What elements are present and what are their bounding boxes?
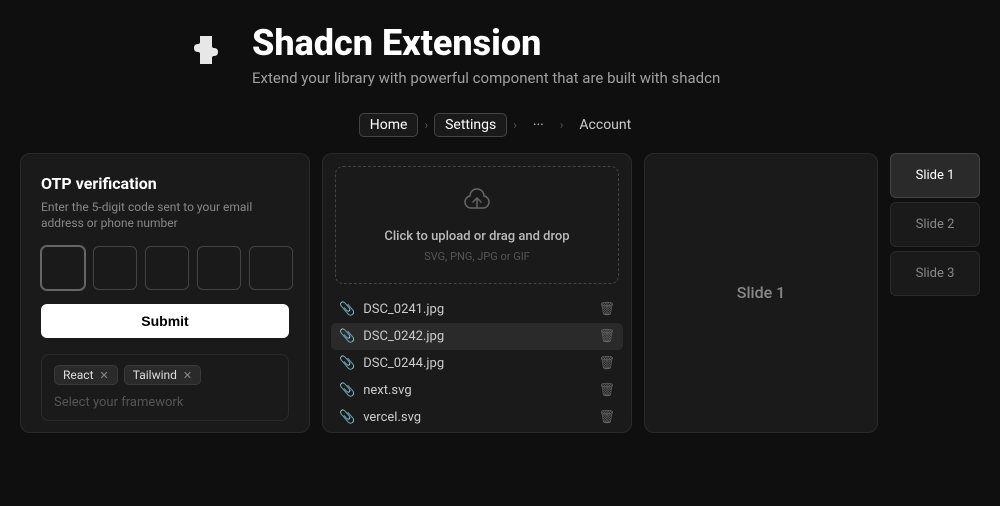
slide-nav-1-label: Slide 1 xyxy=(916,168,955,183)
file-item-4[interactable]: 📎 next.svg 🗑 xyxy=(331,377,623,404)
slide-nav-2[interactable]: Slide 2 xyxy=(890,202,980,247)
puzzle-icon xyxy=(180,28,232,84)
file-item-1[interactable]: 📎 DSC_0241.jpg 🗑 xyxy=(331,296,623,323)
otp-title: OTP verification xyxy=(41,174,289,193)
otp-description: Enter the 5-digit code sent to your emai… xyxy=(41,199,289,233)
otp-card: OTP verification Enter the 5-digit code … xyxy=(20,153,310,433)
file-icon-3: 📎 xyxy=(339,356,355,371)
upload-card: Click to upload or drag and drop SVG, PN… xyxy=(322,153,632,433)
app-title: Shadcn Extension xyxy=(252,24,720,64)
tag-tailwind[interactable]: Tailwind ✕ xyxy=(124,365,201,385)
breadcrumb-sep-2: › xyxy=(513,118,517,132)
breadcrumb-ellipsis: ··· xyxy=(523,114,554,136)
file-icon-5: 📎 xyxy=(339,410,355,425)
breadcrumb-settings[interactable]: Settings xyxy=(434,113,507,137)
breadcrumb-sep-1: › xyxy=(424,118,428,132)
carousel-current-slide: Slide 1 xyxy=(737,283,786,302)
otp-submit-button[interactable]: Submit xyxy=(41,304,289,338)
header-text: Shadcn Extension Extend your library wit… xyxy=(252,24,720,89)
slide-nav-1[interactable]: Slide 1 xyxy=(890,153,980,198)
framework-selector[interactable]: React ✕ Tailwind ✕ Select your framework xyxy=(41,354,289,421)
file-delete-2[interactable]: 🗑 xyxy=(598,329,615,344)
file-icon-2: 📎 xyxy=(339,329,355,344)
file-name-2: DSC_0242.jpg xyxy=(363,329,590,344)
framework-placeholder: Select your framework xyxy=(54,395,276,410)
otp-digit-5[interactable] xyxy=(249,246,293,290)
file-delete-3[interactable]: 🗑 xyxy=(598,356,615,371)
file-icon-4: 📎 xyxy=(339,383,355,398)
upload-cta-link[interactable]: Click to upload xyxy=(384,229,470,244)
upload-formats: SVG, PNG, JPG or GIF xyxy=(424,250,530,263)
file-name-5: vercel.svg xyxy=(363,410,590,425)
breadcrumb: Home › Settings › ··· › Account xyxy=(0,105,1000,153)
otp-digit-1[interactable] xyxy=(41,246,85,290)
breadcrumb-sep-3: › xyxy=(560,118,564,132)
breadcrumb-account[interactable]: Account xyxy=(569,114,641,136)
slide-nav-2-label: Slide 2 xyxy=(916,217,955,232)
file-delete-4[interactable]: 🗑 xyxy=(598,383,615,398)
slide-navigation: Slide 1 Slide 2 Slide 3 xyxy=(890,153,980,433)
otp-digit-3[interactable] xyxy=(145,246,189,290)
file-delete-5[interactable]: 🗑 xyxy=(598,410,615,425)
otp-digit-4[interactable] xyxy=(197,246,241,290)
tag-react[interactable]: React ✕ xyxy=(54,365,118,385)
carousel-main: Slide 1 xyxy=(644,153,878,433)
upload-cta: Click to upload or drag and drop xyxy=(384,229,569,244)
file-list: 📎 DSC_0241.jpg 🗑 📎 DSC_0242.jpg 🗑 📎 DSC_… xyxy=(323,296,631,432)
file-item-5[interactable]: 📎 vercel.svg 🗑 xyxy=(331,404,623,431)
upload-icon xyxy=(461,187,493,219)
tag-react-close[interactable]: ✕ xyxy=(100,369,109,382)
upload-area[interactable]: Click to upload or drag and drop SVG, PN… xyxy=(335,166,619,284)
file-delete-1[interactable]: 🗑 xyxy=(598,302,615,317)
tag-tailwind-close[interactable]: ✕ xyxy=(183,369,192,382)
main-content: OTP verification Enter the 5-digit code … xyxy=(0,153,1000,433)
file-icon-1: 📎 xyxy=(339,302,355,317)
tag-react-label: React xyxy=(63,368,94,382)
file-name-3: DSC_0244.jpg xyxy=(363,356,590,371)
upload-cta-suffix: or drag and drop xyxy=(474,229,570,244)
app-header: Shadcn Extension Extend your library wit… xyxy=(0,0,1000,105)
app-subtitle: Extend your library with powerful compon… xyxy=(252,68,720,89)
tag-tailwind-label: Tailwind xyxy=(133,368,177,382)
file-item-2[interactable]: 📎 DSC_0242.jpg 🗑 xyxy=(331,323,623,350)
otp-digit-2[interactable] xyxy=(93,246,137,290)
slide-nav-3-label: Slide 3 xyxy=(916,266,955,281)
file-item-3[interactable]: 📎 DSC_0244.jpg 🗑 xyxy=(331,350,623,377)
file-name-4: next.svg xyxy=(363,383,590,398)
otp-inputs xyxy=(41,246,289,290)
slide-nav-3[interactable]: Slide 3 xyxy=(890,251,980,296)
breadcrumb-home[interactable]: Home xyxy=(359,113,419,137)
file-name-1: DSC_0241.jpg xyxy=(363,302,590,317)
